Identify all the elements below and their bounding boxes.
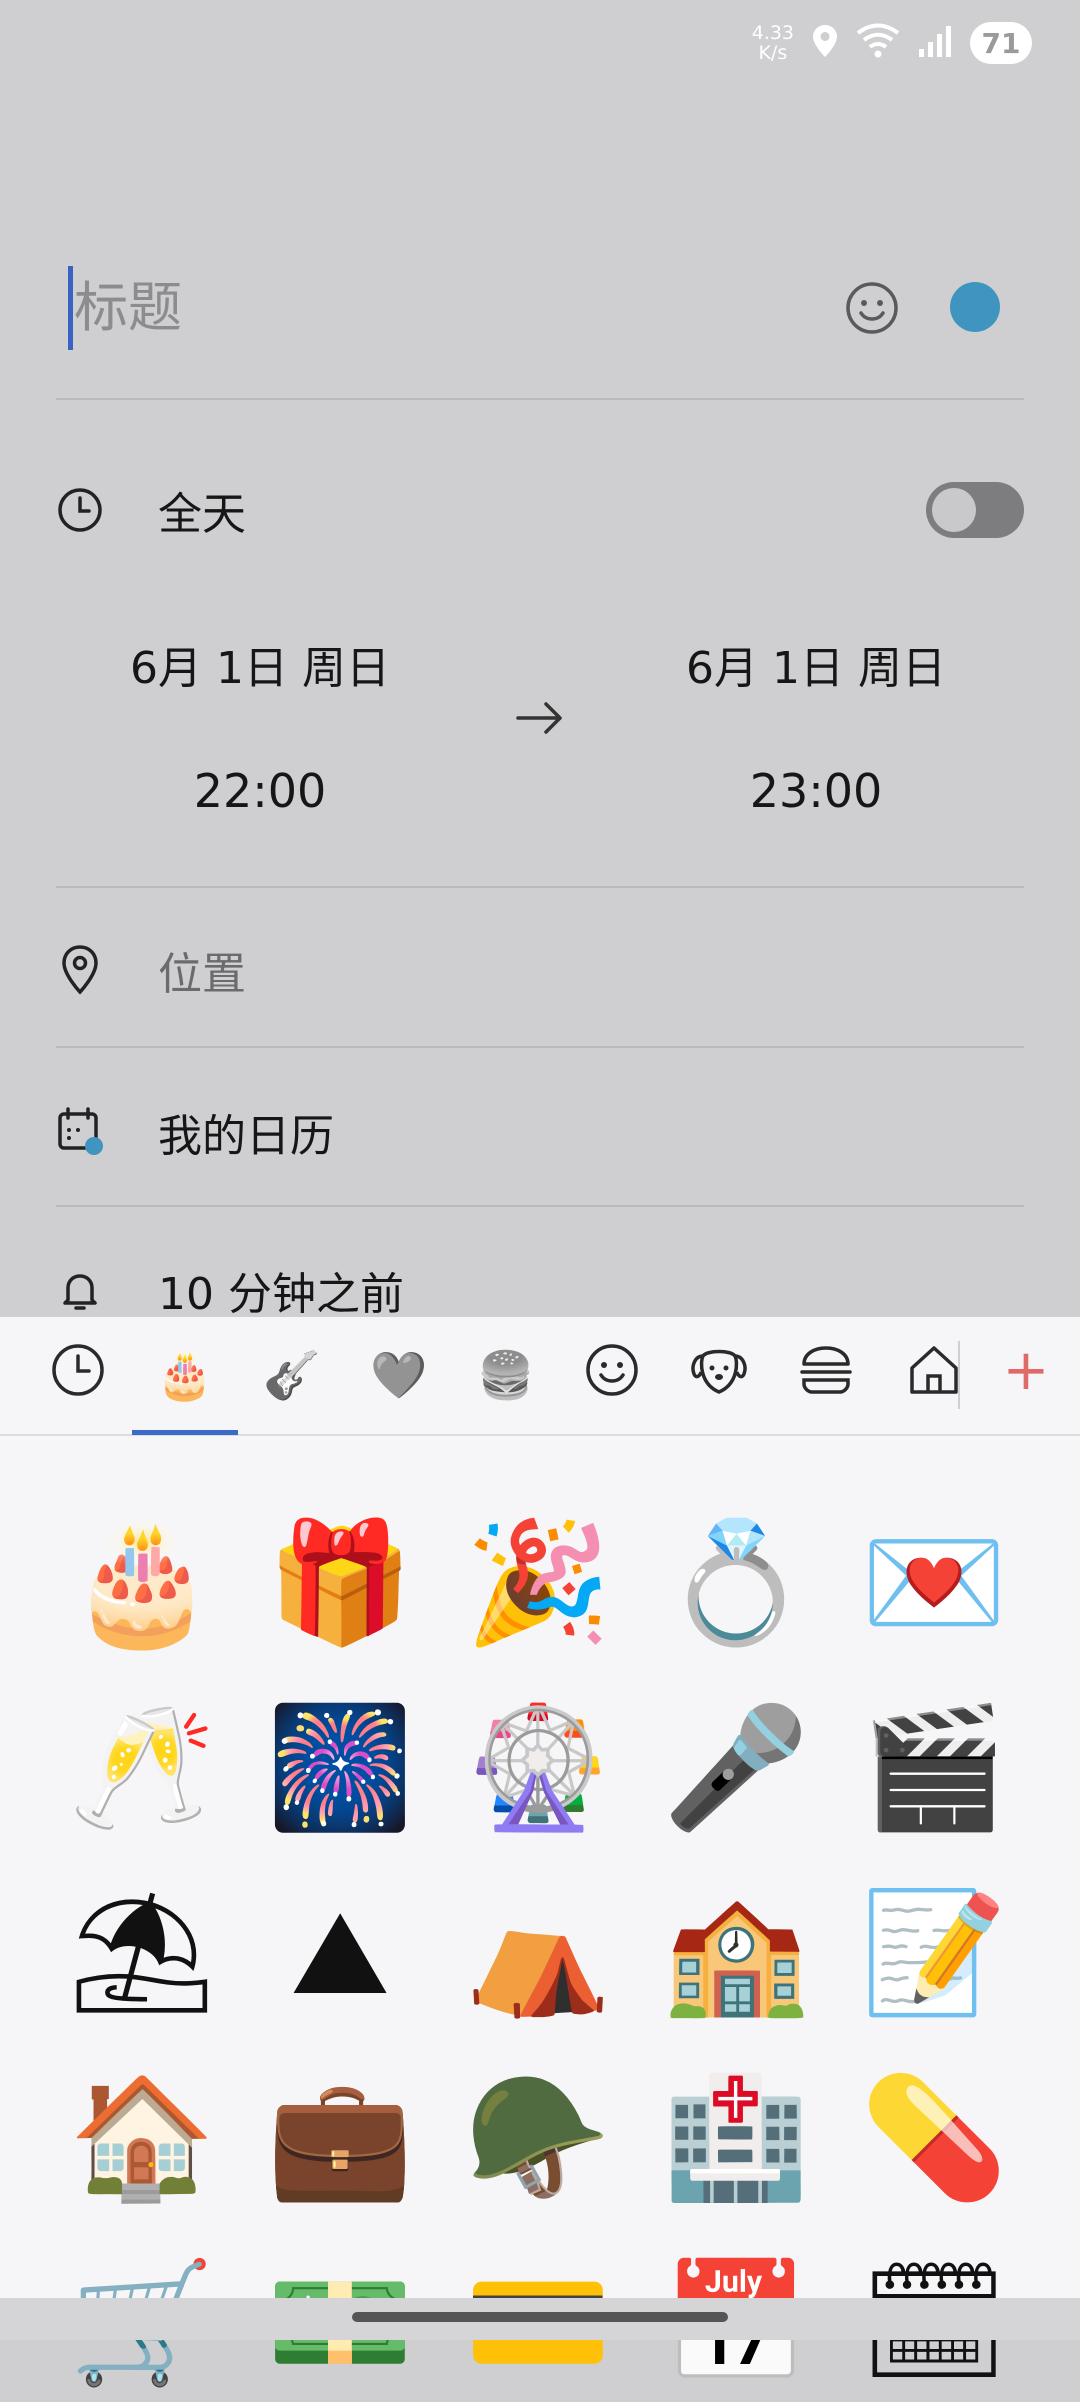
smiley-icon: [844, 282, 900, 340]
location-placeholder: 位置: [158, 949, 246, 1000]
all-day-label: 全天: [158, 489, 246, 540]
all-day-row[interactable]: 全天: [56, 478, 1024, 542]
emoji-clapper[interactable]: 🎬: [854, 1687, 1014, 1847]
emoji-hospital[interactable]: 🏥: [656, 2057, 816, 2217]
category-smiley[interactable]: [582, 1343, 642, 1405]
emoji-fireworks[interactable]: 🎆: [260, 1687, 420, 1847]
emoji-memo[interactable]: 📝: [854, 1872, 1014, 2032]
arrow-right-icon: [512, 698, 568, 738]
divider: [56, 1046, 1024, 1048]
category-separator: [958, 1341, 960, 1409]
start-time: 22:00: [193, 764, 327, 818]
end-date: 6月 1日 周日: [686, 643, 946, 694]
add-category-button[interactable]: +: [996, 1335, 1056, 1405]
category-home[interactable]: [904, 1345, 964, 1405]
house-icon: [906, 1342, 962, 1409]
selected-category-indicator: [132, 1430, 238, 1435]
location-pin-icon: [56, 940, 136, 1000]
category-heart[interactable]: 🩶: [369, 1345, 429, 1405]
emoji-briefcase[interactable]: 💼: [260, 2057, 420, 2217]
emoji-mountain[interactable]: ⛰: [260, 1872, 420, 2032]
dog-icon: [689, 1342, 749, 1409]
emoji-tent[interactable]: ⛺: [458, 1872, 618, 2032]
calendar-icon: [56, 1102, 136, 1162]
divider: [56, 886, 1024, 888]
emoji-picker-button[interactable]: [844, 280, 900, 336]
emoji-helmet[interactable]: 🪖: [458, 2057, 618, 2217]
emoji-school[interactable]: 🏫: [656, 1872, 816, 2032]
speed-unit: K/s: [758, 42, 788, 64]
emoji-cheers[interactable]: 🥂: [62, 1687, 222, 1847]
status-bar: 4.33 K/s 71: [0, 0, 1080, 100]
category-animal[interactable]: [689, 1345, 749, 1405]
emoji-pill[interactable]: 💊: [854, 2057, 1014, 2217]
emoji-microphone[interactable]: 🎤: [656, 1687, 816, 1847]
speed-value: 4.33: [751, 22, 794, 44]
emoji-love-letter[interactable]: 💌: [854, 1502, 1014, 1662]
emoji-category-bar: 🎂 🎸 🩶 🍔 +: [0, 1317, 1080, 1436]
home-indicator[interactable]: [352, 2312, 728, 2322]
emoji-ferris-wheel[interactable]: 🎡: [458, 1687, 618, 1847]
text-cursor: [68, 266, 73, 350]
wifi-icon: [856, 23, 900, 63]
toggle-knob: [932, 488, 976, 532]
start-datetime[interactable]: 6月 1日 周日 22:00: [60, 632, 460, 818]
category-burger[interactable]: [796, 1345, 856, 1405]
emoji-house[interactable]: 🏠: [62, 2057, 222, 2217]
emoji-cake[interactable]: 🎂: [62, 1502, 222, 1662]
title-row: [56, 250, 1024, 370]
network-speed: 4.33 K/s: [752, 23, 794, 63]
emoji-party-hat[interactable]: 🎉: [458, 1502, 618, 1662]
location-icon: [812, 24, 838, 62]
end-datetime[interactable]: 6月 1日 周日 23:00: [616, 632, 1016, 818]
emoji-ring[interactable]: 💍: [656, 1502, 816, 1662]
status-icons: 4.33 K/s 71: [752, 22, 1032, 64]
emoji-panel: 🎂 🎸 🩶 🍔 + 🎂 🎁 🎉 💍 💌 🥂 🎆 🎡 🎤 🎬 ⛱ ⛰ ⛺ 🏫 📝 …: [0, 1317, 1080, 2381]
divider: [56, 398, 1024, 400]
signal-icon: [918, 25, 952, 61]
burger-icon: [798, 1344, 854, 1407]
category-celebration[interactable]: 🎂: [155, 1345, 215, 1405]
clock-icon: [56, 480, 136, 540]
clock-icon: [50, 1342, 106, 1409]
divider: [56, 1205, 1024, 1207]
start-date: 6月 1日 周日: [130, 643, 390, 694]
all-day-toggle[interactable]: [926, 482, 1024, 538]
category-music[interactable]: 🎸: [262, 1345, 322, 1405]
battery-indicator: 71: [970, 22, 1032, 64]
navigation-bar: [0, 2298, 1080, 2340]
end-time: 23:00: [749, 764, 883, 818]
emoji-beach-umbrella[interactable]: ⛱: [62, 1872, 222, 2032]
title-input[interactable]: [74, 272, 774, 342]
event-color-dot[interactable]: [950, 282, 1000, 332]
category-food[interactable]: 🍔: [476, 1345, 536, 1405]
smiley-icon: [584, 1342, 640, 1409]
emoji-gift[interactable]: 🎁: [260, 1502, 420, 1662]
bell-icon: [56, 1260, 136, 1320]
calendar-row[interactable]: 我的日历: [56, 1100, 1024, 1164]
category-recent[interactable]: [48, 1343, 108, 1405]
reminder-row[interactable]: 10 分钟之前: [56, 1258, 1024, 1322]
reminder-label: 10 分钟之前: [158, 1269, 404, 1320]
location-row[interactable]: 位置: [56, 938, 1024, 1002]
calendar-label: 我的日历: [158, 1111, 334, 1162]
